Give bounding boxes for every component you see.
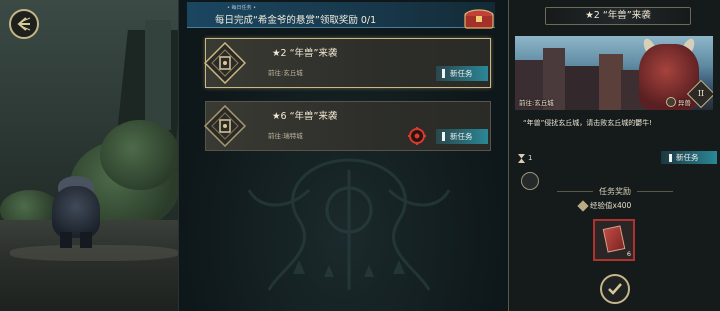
exp-label: 经验值x400 bbox=[590, 201, 632, 210]
gem-icon bbox=[577, 199, 589, 212]
quest-emblem-icon bbox=[204, 105, 246, 147]
scene-pillar bbox=[145, 20, 171, 130]
game-scene bbox=[0, 0, 178, 311]
enemy-type-label: 异兽 bbox=[678, 99, 691, 107]
quest-list-panel: • 每日任务 • 每日完成“希金爷的悬赏”领取奖励 0/1 ★2 “年兽”来袭 … bbox=[178, 0, 508, 311]
daily-task-text: 每日完成“希金爷的悬赏”领取奖励 0/1 bbox=[215, 15, 377, 26]
alert-icon bbox=[669, 153, 672, 162]
quest-description: “年兽”侵扰玄丘城，请击败玄丘城的鬱牛! bbox=[523, 119, 653, 127]
reward-item[interactable]: 6 bbox=[593, 219, 635, 261]
back-button[interactable] bbox=[9, 9, 39, 39]
scene-bush bbox=[100, 120, 178, 190]
quest-item[interactable]: ★2 “年兽”来袭 前往:玄丘城 新任务 bbox=[204, 38, 491, 88]
reward-card-icon bbox=[602, 225, 626, 253]
quest-title: ★6 “年兽”来袭 bbox=[272, 111, 338, 122]
confirm-button[interactable] bbox=[600, 274, 630, 304]
rewards-title: 任务奖励 bbox=[509, 186, 720, 197]
exp-reward: 经验值x400 bbox=[577, 199, 632, 212]
quest-title: ★2 “年兽”来袭 bbox=[272, 48, 338, 59]
check-icon bbox=[608, 283, 622, 295]
quest-destination: 前往:瑞特城 bbox=[268, 132, 303, 140]
alert-icon bbox=[442, 69, 445, 78]
badge-label: 新任务 bbox=[676, 153, 699, 162]
badge-label: 新任务 bbox=[450, 69, 473, 78]
daily-task-banner[interactable]: • 每日任务 • 每日完成“希金爷的悬赏”领取奖励 0/1 bbox=[187, 2, 495, 29]
quest-emblem-icon bbox=[204, 42, 246, 84]
player-character bbox=[44, 176, 108, 248]
detail-destination: 前往:玄丘城 bbox=[519, 99, 554, 107]
background-ornament bbox=[247, 158, 451, 291]
tier-label: II bbox=[697, 89, 705, 98]
quest-progress: 1 bbox=[517, 152, 547, 164]
progress-value: 1 bbox=[528, 154, 533, 162]
enemy-type: 异兽 bbox=[666, 97, 691, 107]
daily-task-tag: • 每日任务 • bbox=[227, 5, 257, 11]
detail-title: ★2 “年兽”来袭 bbox=[545, 7, 691, 25]
quest-detail-panel: ★2 “年兽”来袭 前往:玄丘城 异兽 II “年兽”侵扰玄丘城，请击败玄丘城的… bbox=[508, 0, 720, 311]
chest-icon[interactable] bbox=[463, 7, 495, 29]
new-quest-badge: 新任务 bbox=[436, 66, 488, 81]
new-quest-badge: 新任务 bbox=[436, 129, 488, 144]
quest-item[interactable]: ★6 “年兽”来袭 前往:瑞特城 新任务 bbox=[204, 101, 491, 151]
bomb-icon bbox=[408, 127, 426, 145]
new-quest-badge: 新任务 bbox=[661, 151, 717, 164]
back-icon bbox=[17, 17, 31, 31]
hourglass-icon bbox=[518, 153, 525, 163]
quest-illustration: 前往:玄丘城 异兽 II bbox=[515, 36, 713, 110]
alert-icon bbox=[442, 132, 445, 141]
badge-label: 新任务 bbox=[450, 132, 473, 141]
reward-quantity: 6 bbox=[626, 250, 631, 258]
beast-icon bbox=[666, 97, 676, 107]
quest-destination: 前往:玄丘城 bbox=[268, 69, 303, 77]
